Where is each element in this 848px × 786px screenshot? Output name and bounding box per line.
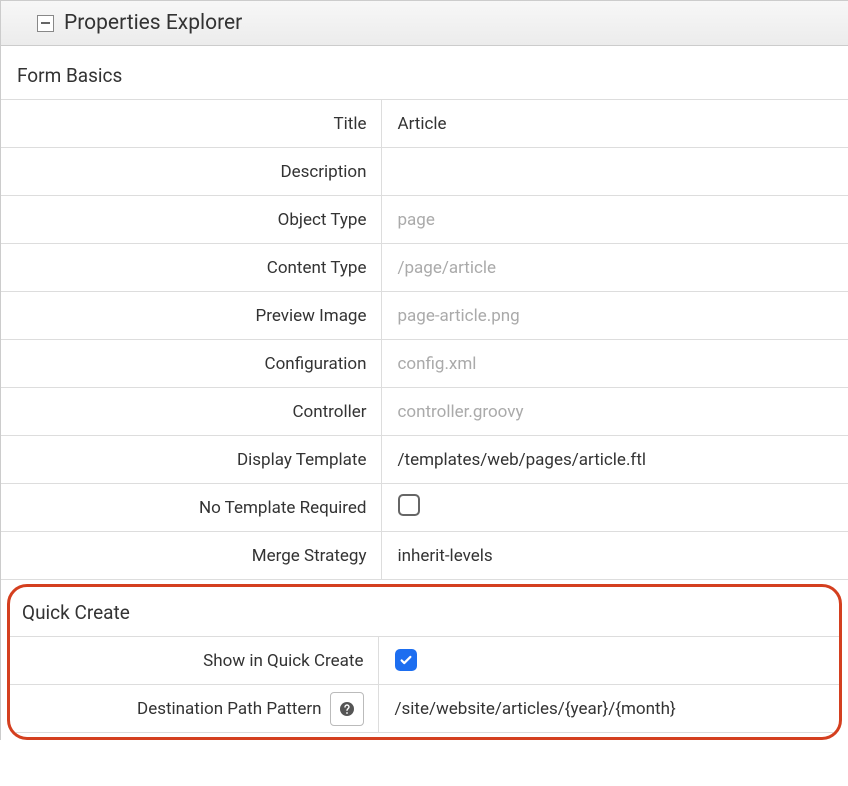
row-object-type: Object Type page (1, 196, 848, 244)
question-circle-icon (339, 701, 355, 717)
value-merge-strategy[interactable]: inherit-levels (398, 546, 493, 566)
row-preview-image: Preview Image page-article.png (1, 292, 848, 340)
label-no-template-required: No Template Required (1, 484, 381, 532)
value-object-type: page (398, 210, 435, 230)
quick-create-table: Show in Quick Create Destination Path Pa… (10, 636, 839, 733)
minus-icon (41, 22, 50, 24)
panel-header: Properties Explorer (1, 1, 848, 46)
section-title-form-basics: Form Basics (1, 46, 848, 99)
row-configuration: Configuration config.xml (1, 340, 848, 388)
label-destination-path-pattern: Destination Path Pattern (137, 699, 321, 719)
row-content-type: Content Type /page/article (1, 244, 848, 292)
label-merge-strategy: Merge Strategy (1, 532, 381, 580)
section-title-quick-create: Quick Create (10, 587, 839, 636)
row-merge-strategy: Merge Strategy inherit-levels (1, 532, 848, 580)
label-configuration: Configuration (1, 340, 381, 388)
value-preview-image: page-article.png (398, 306, 520, 326)
row-no-template-required: No Template Required (1, 484, 848, 532)
check-icon (399, 653, 413, 667)
label-preview-image: Preview Image (1, 292, 381, 340)
help-button-destination-path[interactable] (330, 692, 364, 726)
value-configuration: config.xml (398, 354, 477, 374)
collapse-toggle[interactable] (37, 15, 54, 32)
label-title: Title (1, 100, 381, 148)
value-destination-path-pattern[interactable]: /site/website/articles/{year}/{month} (395, 699, 676, 719)
panel-title: Properties Explorer (64, 11, 242, 35)
label-display-template: Display Template (1, 436, 381, 484)
checkbox-no-template-required[interactable] (398, 494, 420, 516)
row-controller: Controller controller.groovy (1, 388, 848, 436)
label-object-type: Object Type (1, 196, 381, 244)
value-content-type: /page/article (398, 258, 497, 278)
label-show-in-quick-create: Show in Quick Create (10, 637, 378, 685)
value-title[interactable]: Article (398, 114, 447, 134)
row-display-template: Display Template /templates/web/pages/ar… (1, 436, 848, 484)
properties-explorer-panel: Properties Explorer Form Basics Title Ar… (0, 0, 848, 740)
row-destination-path-pattern: Destination Path Pattern /site/website/a… (10, 685, 839, 733)
value-controller: controller.groovy (398, 402, 524, 422)
checkbox-show-in-quick-create[interactable] (395, 649, 417, 671)
row-show-in-quick-create: Show in Quick Create (10, 637, 839, 685)
row-title: Title Article (1, 100, 848, 148)
label-controller: Controller (1, 388, 381, 436)
value-display-template[interactable]: /templates/web/pages/article.ftl (398, 450, 647, 470)
quick-create-highlight: Quick Create Show in Quick Create Destin… (7, 584, 842, 740)
form-basics-table: Title Article Description Object Type pa… (1, 99, 848, 580)
row-description: Description (1, 148, 848, 196)
label-description: Description (1, 148, 381, 196)
label-content-type: Content Type (1, 244, 381, 292)
